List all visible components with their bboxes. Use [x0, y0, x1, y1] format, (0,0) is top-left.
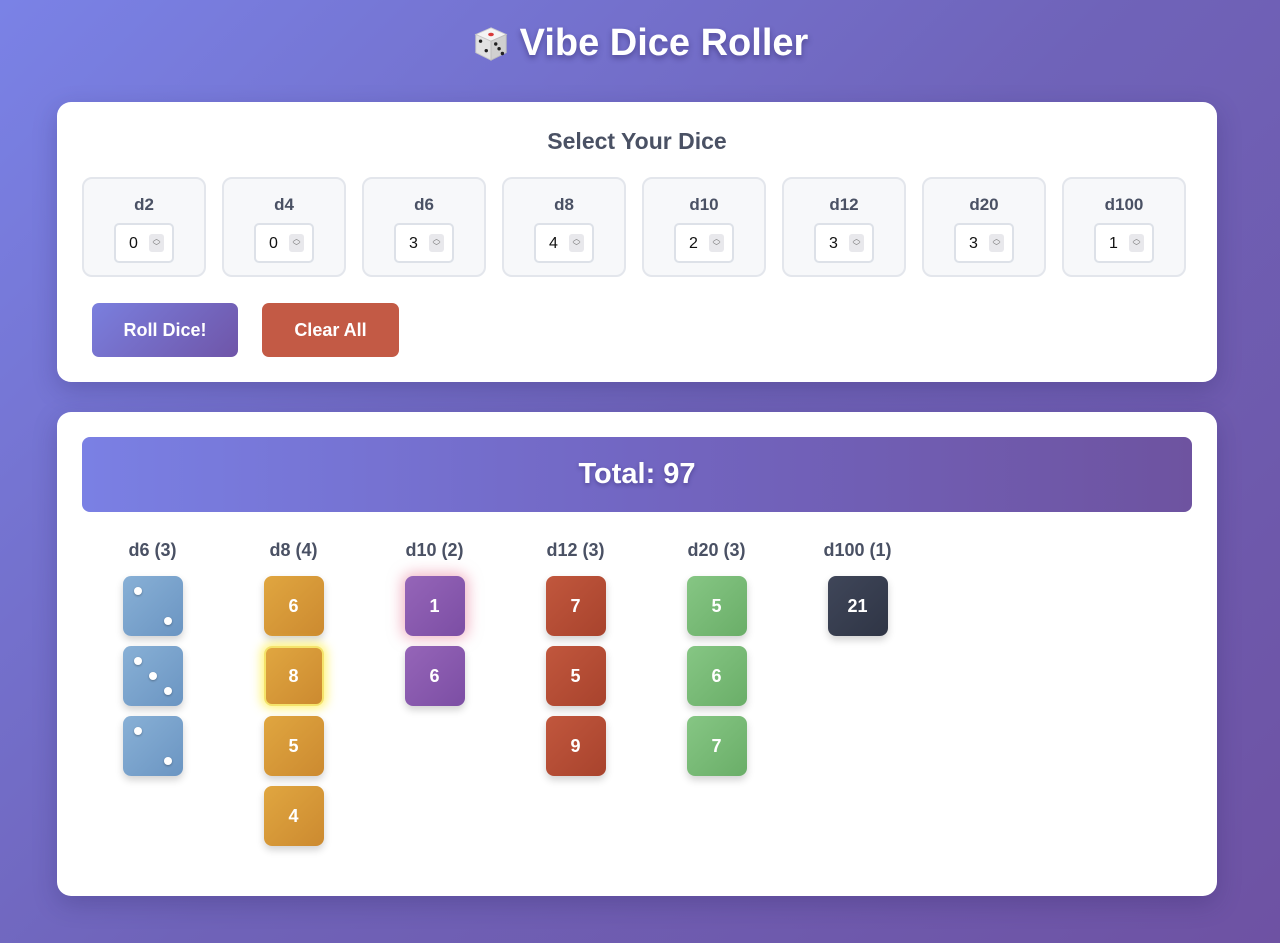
die-value: 7 [711, 735, 722, 756]
d20-count-input[interactable]: 3 ︿ ﹀ [954, 223, 1014, 263]
d8-count-input[interactable]: 4 ︿ ﹀ [534, 223, 594, 263]
d20-count-value: 3 [969, 235, 978, 252]
d10-count-value: 2 [689, 235, 698, 252]
clear-all-button[interactable]: Clear All [262, 303, 399, 357]
result-group-label: d6 (3) [128, 540, 177, 560]
die-value: 8 [288, 665, 299, 686]
die-selector-label: d10 [689, 195, 719, 214]
die-value: 6 [288, 595, 299, 616]
spinner-arrows-icon[interactable]: ︿ ﹀ [149, 234, 164, 252]
result-group-label: d8 (4) [269, 540, 318, 560]
spinner-arrows-icon[interactable]: ︿ ﹀ [289, 234, 304, 252]
d10-result-die: 6 [404, 646, 465, 706]
d8-result-die: 6 [263, 576, 324, 636]
d20-result-die: 5 [686, 576, 747, 636]
spinner-arrows-icon[interactable]: ︿ ﹀ [1129, 234, 1144, 252]
die-value: 9 [570, 735, 581, 756]
d10-count-input[interactable]: 2 ︿ ﹀ [674, 223, 734, 263]
die-selector-d10: d10 2 ︿ ﹀ [642, 177, 766, 277]
d100-count-input[interactable]: 1 ︿ ﹀ [1094, 223, 1154, 263]
d6-count-input[interactable]: 3 ︿ ﹀ [394, 223, 454, 263]
die-selector-label: d6 [414, 195, 434, 214]
die-value: 5 [570, 665, 581, 686]
die-pip [148, 672, 157, 680]
die-value: 5 [711, 595, 722, 616]
d6-result-die [122, 716, 183, 776]
dice-selector-panel: Select Your Dice d2 0 ︿ ﹀ d4 0 ︿ ﹀ d6 3 ︿ ﹀… [57, 102, 1217, 382]
d100-result-die: 21 [827, 576, 888, 636]
results-panel: Total: 97 d6 (3) d8 (4) 6 8 5 4 d10 (2) 1 6 d12 (… [57, 412, 1217, 896]
die-value: 6 [429, 665, 440, 686]
d6-count-value: 3 [409, 235, 418, 252]
die-pip [163, 617, 172, 625]
d2-count-value: 0 [129, 235, 138, 252]
d8-count-value: 4 [549, 235, 558, 252]
die-pip [133, 587, 142, 595]
d2-count-input[interactable]: 0 ︿ ﹀ [114, 223, 174, 263]
die-selector-d100: d100 1 ︿ ﹀ [1062, 177, 1186, 277]
die-selector-d6: d6 3 ︿ ﹀ [362, 177, 486, 277]
d20-result-die: 6 [686, 646, 747, 706]
die-selector-label: d8 [554, 195, 574, 214]
d4-count-value: 0 [269, 235, 278, 252]
d4-count-input[interactable]: 0 ︿ ﹀ [254, 223, 314, 263]
roll-dice-button[interactable]: Roll Dice! [92, 303, 238, 357]
d12-result-die: 9 [545, 716, 606, 776]
die-selector-d20: d20 3 ︿ ﹀ [922, 177, 1046, 277]
app-title-text: Vibe Dice Roller [519, 22, 809, 64]
result-group-d8: d8 (4) 6 8 5 4 [223, 539, 364, 856]
die-selector-label: d2 [134, 195, 154, 214]
result-group-d12: d12 (3) 7 5 9 [505, 539, 646, 856]
d8-result-die: 5 [263, 716, 324, 776]
die-pip [163, 687, 172, 695]
dice-selector-grid: d2 0 ︿ ﹀ d4 0 ︿ ﹀ d6 3 ︿ ﹀ d8 4 ︿ ﹀ d10 … [82, 177, 1186, 277]
die-value: 21 [847, 595, 868, 616]
d12-result-die: 7 [545, 576, 606, 636]
d8-result-die: 4 [263, 786, 324, 846]
d100-count-value: 1 [1109, 235, 1118, 252]
die-pip [133, 727, 142, 735]
result-group-d20: d20 (3) 5 6 7 [646, 539, 787, 856]
result-group-label: d20 (3) [687, 540, 746, 560]
d6-result-die [122, 576, 183, 636]
d12-result-die: 5 [545, 646, 606, 706]
d8-result-die: 8 [263, 646, 324, 706]
die-selector-d12: d12 3 ︿ ﹀ [782, 177, 906, 277]
d10-result-die: 1 [404, 576, 465, 636]
die-selector-d4: d4 0 ︿ ﹀ [222, 177, 346, 277]
result-group-label: d100 (1) [823, 540, 892, 560]
app-title: Vibe Dice Roller [0, 22, 1280, 65]
d6-result-die [122, 646, 183, 706]
result-group-d10: d10 (2) 1 6 [364, 539, 505, 856]
selector-heading: Select Your Dice [547, 128, 727, 154]
total-banner: Total: 97 [82, 437, 1192, 512]
result-groups: d6 (3) d8 (4) 6 8 5 4 d10 (2) 1 6 d12 (3) 7 5 9 d20 (… [82, 539, 928, 856]
die-selector-d8: d8 4 ︿ ﹀ [502, 177, 626, 277]
die-value: 5 [288, 735, 299, 756]
spinner-arrows-icon[interactable]: ︿ ﹀ [989, 234, 1004, 252]
die-selector-label: d20 [969, 195, 999, 214]
die-selector-label: d100 [1104, 195, 1144, 214]
d12-count-input[interactable]: 3 ︿ ﹀ [814, 223, 874, 263]
die-selector-label: d12 [829, 195, 859, 214]
die-selector-d2: d2 0 ︿ ﹀ [82, 177, 206, 277]
die-value: 6 [711, 665, 722, 686]
die-icon [474, 26, 508, 61]
spinner-arrows-icon[interactable]: ︿ ﹀ [709, 234, 724, 252]
die-value: 1 [429, 595, 440, 616]
result-group-d6: d6 (3) [82, 539, 223, 856]
spinner-arrows-icon[interactable]: ︿ ﹀ [429, 234, 444, 252]
result-group-label: d10 (2) [405, 540, 464, 560]
spinner-arrows-icon[interactable]: ︿ ﹀ [569, 234, 584, 252]
die-value: 7 [570, 595, 581, 616]
die-pip [133, 657, 142, 665]
die-selector-label: d4 [274, 195, 294, 214]
d12-count-value: 3 [829, 235, 838, 252]
result-group-label: d12 (3) [546, 540, 605, 560]
result-group-d100: d100 (1) 21 [787, 539, 928, 856]
die-pip [163, 757, 172, 765]
spinner-arrows-icon[interactable]: ︿ ﹀ [849, 234, 864, 252]
d20-result-die: 7 [686, 716, 747, 776]
die-value: 4 [288, 805, 299, 826]
